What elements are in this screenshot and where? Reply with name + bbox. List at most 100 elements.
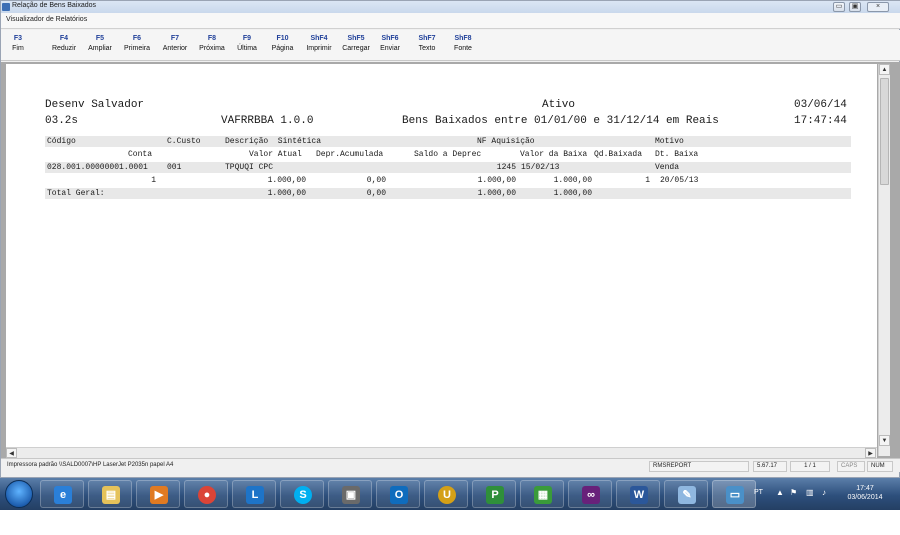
end-button[interactable]: F3 Fim [4, 34, 32, 58]
col-valor-baixa: Valor da Baixa [520, 150, 588, 159]
start-button[interactable] [5, 480, 33, 508]
taskbar-rms[interactable]: ▣ [328, 480, 372, 508]
page-button[interactable]: F10 Página [266, 34, 299, 58]
taskbar-skype[interactable]: S [280, 480, 324, 508]
next-page-label: Próxima [199, 45, 225, 52]
taskbar-explorer[interactable]: ▤ [88, 480, 132, 508]
window-title: Relação de Bens Baixados [12, 2, 97, 9]
taskbar-visual-studio[interactable]: ∞ [568, 480, 612, 508]
zoom-in-button[interactable]: F5 Ampliar [83, 34, 117, 58]
title-bar: Relação de Bens Baixados ▭ ▣ × [1, 1, 900, 13]
language-indicator[interactable]: PT [754, 489, 763, 496]
ultraedit-icon: U [438, 486, 456, 504]
media-player-icon: ▶ [150, 486, 168, 504]
col-motivo: Motivo [655, 137, 684, 146]
app-icon [2, 3, 10, 11]
print-label: Imprimir [306, 45, 332, 52]
taskbar-app[interactable]: ▦ [520, 480, 564, 508]
page-status: 1 / 1 [790, 461, 830, 472]
first-page-key: F6 [132, 35, 142, 42]
scroll-down-arrow-icon[interactable]: ▼ [879, 435, 890, 446]
next-page-button[interactable]: F8 Próxima [194, 34, 230, 58]
end-label: Fim [12, 45, 24, 52]
col-qd-baixada: Qd.Baixada [594, 150, 643, 159]
taskbar-project[interactable]: P [472, 480, 516, 508]
volume-icon[interactable]: ♪ [822, 488, 826, 497]
taskbar-word[interactable]: W [616, 480, 660, 508]
taskbar-ie[interactable]: e [40, 480, 84, 508]
taskbar-paint[interactable]: ✎ [664, 480, 708, 508]
col-valor-atual: Valor Atual [249, 150, 302, 159]
page-label: Página [271, 45, 294, 52]
toolbar: F3 Fim F4 Reduzir F5 Ampliar F6 Primeira F7 A… [1, 30, 900, 61]
show-hidden-icons-icon[interactable]: ▲ [776, 488, 784, 497]
taskbar-outlook[interactable]: O [376, 480, 420, 508]
total-label: Total Geral: [47, 189, 105, 198]
lync-icon: L [246, 486, 264, 504]
page-key: F10 [276, 35, 289, 42]
col-ccusto: C.Custo [167, 137, 201, 146]
text-button[interactable]: ShF7 Texto [413, 34, 441, 58]
print-button[interactable]: ShF4 Imprimir [301, 34, 337, 58]
close-button[interactable]: × [867, 2, 889, 12]
viewer-header: Visualizador de Relatórios [1, 13, 900, 29]
col-conta: Conta [128, 150, 153, 159]
skype-icon: S [294, 486, 312, 504]
outlook-icon: O [390, 486, 408, 504]
horizontal-scrollbar[interactable]: ◀ ▶ [6, 447, 877, 458]
chrome-icon: ● [198, 486, 216, 504]
font-button[interactable]: ShF8 Fonte [449, 34, 477, 58]
item-dt-baixa: 20/05/13 [660, 176, 699, 185]
zoom-out-key: F4 [59, 35, 69, 42]
item-codigo: 028.001.00000001.0001 [47, 163, 148, 172]
paint-icon: ✎ [678, 486, 696, 504]
project-icon: P [486, 486, 504, 504]
item-saldo-deprec: 1.000,00 [477, 176, 516, 185]
zoom-out-button[interactable]: F4 Reduzir [48, 34, 80, 58]
maximize-button[interactable]: ▣ [849, 2, 861, 12]
report-date: 03/06/14 [794, 99, 847, 111]
system-clock[interactable]: 17:47 03/06/2014 [840, 484, 890, 502]
taskbar-media-player[interactable]: ▶ [136, 480, 180, 508]
col-codigo: Código [47, 137, 76, 146]
report-viewer-icon: ▭ [726, 486, 744, 504]
last-page-label: Última [237, 45, 257, 52]
text-key: ShF7 [418, 35, 436, 42]
scroll-left-arrow-icon[interactable]: ◀ [6, 448, 17, 458]
first-page-label: Primeira [123, 45, 151, 52]
last-page-key: F9 [242, 35, 252, 42]
col-descricao: Descrição Sintética [225, 137, 322, 146]
print-key: ShF4 [310, 35, 328, 42]
vertical-scrollbar[interactable]: ▲ ▼ [878, 64, 890, 456]
scroll-right-arrow-icon[interactable]: ▶ [865, 448, 876, 458]
first-page-button[interactable]: F6 Primeira [119, 34, 155, 58]
document-area: Desenv Salvador Ativo 03/06/14 03.2s VAF… [1, 62, 900, 458]
font-label: Fonte [454, 45, 472, 52]
module-status: RMSREPORT [649, 461, 749, 472]
taskbar-chrome[interactable]: ● [184, 480, 228, 508]
item-descricao: TPQUQI CPC [225, 163, 274, 172]
viewer-title: Visualizador de Relatórios [6, 16, 88, 23]
network-icon[interactable]: ▥ [806, 488, 814, 497]
zoom-in-label: Ampliar [88, 45, 112, 52]
vertical-scroll-thumb[interactable] [880, 78, 889, 185]
taskbar-report-viewer[interactable]: ▭ [712, 480, 756, 508]
previous-page-button[interactable]: F7 Anterior [157, 34, 193, 58]
scroll-up-arrow-icon[interactable]: ▲ [879, 64, 890, 75]
action-center-flag-icon[interactable]: ⚑ [790, 488, 797, 497]
clock-time: 17:47 [856, 485, 874, 492]
zoom-in-key: F5 [95, 35, 105, 42]
load-button[interactable]: ShF5 Carregar [338, 34, 374, 58]
total-depr-acumulada: 0,00 [366, 189, 386, 198]
status-bar: Impressora padrão \\SALD0007\HP LaserJet… [1, 458, 900, 472]
previous-page-label: Anterior [162, 45, 188, 52]
last-page-button[interactable]: F9 Última [231, 34, 263, 58]
taskbar-lync[interactable]: L [232, 480, 276, 508]
send-button[interactable]: ShF6 Enviar [376, 34, 404, 58]
taskbar-ultraedit[interactable]: U [424, 480, 468, 508]
item-nf: 1245 [496, 163, 516, 172]
program-name: VAFRRBBA 1.0.0 [221, 115, 314, 127]
report-time: 17:47:44 [794, 115, 847, 127]
report-page: Desenv Salvador Ativo 03/06/14 03.2s VAF… [6, 64, 877, 447]
minimize-button[interactable]: ▭ [833, 2, 845, 12]
